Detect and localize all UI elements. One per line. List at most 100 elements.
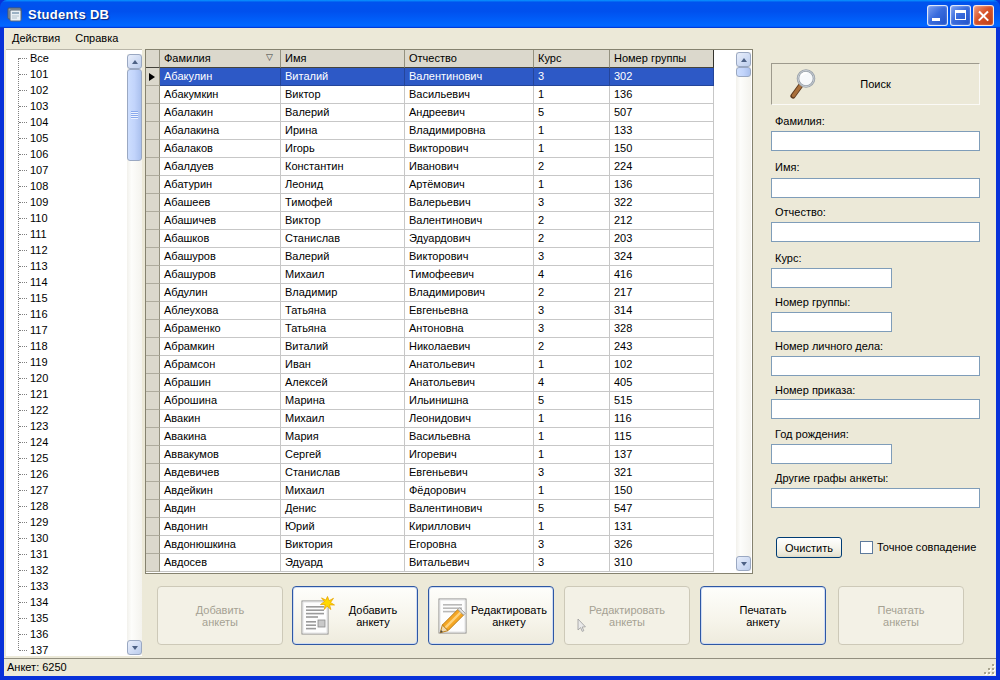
table-cell[interactable]: 150 [610,140,714,158]
row-selector-cell[interactable] [146,176,160,194]
table-cell[interactable]: Константин [281,158,405,176]
table-cell[interactable]: Тимофеевич [405,266,534,284]
tree-item-119[interactable]: 119 [6,354,142,370]
table-cell[interactable]: Абрамсон [160,356,281,374]
tree-scroll-down-button[interactable] [127,640,142,655]
table-cell[interactable]: Абрамкин [160,338,281,356]
table-cell[interactable]: Авдонюшкина [160,536,281,554]
table-cell[interactable]: Антоновна [405,320,534,338]
row-selector-cell[interactable] [146,320,160,338]
table-cell[interactable]: Абатурин [160,176,281,194]
row-selector-cell[interactable] [146,68,160,86]
row-selector-cell[interactable] [146,122,160,140]
table-row[interactable]: АвдейкинМихаилФёдорович1150 [146,482,752,500]
grid-scrollbar[interactable] [736,52,751,571]
birth-year-input[interactable] [771,444,892,464]
table-cell[interactable]: 115 [610,428,714,446]
table-cell[interactable]: Мария [281,428,405,446]
table-cell[interactable]: Валентинович [405,500,534,518]
table-cell[interactable]: Абакумкин [160,86,281,104]
row-selector-cell[interactable] [146,302,160,320]
table-cell[interactable]: Юрий [281,518,405,536]
table-cell[interactable]: 136 [610,176,714,194]
tree-item-128[interactable]: 128 [6,498,142,514]
table-row[interactable]: АвдосевЭдуардВитальевич3310 [146,554,752,572]
table-row[interactable]: АбакумкинВикторВасильевич1136 [146,86,752,104]
order-number-input[interactable] [771,399,980,419]
tree-item-108[interactable]: 108 [6,178,142,194]
table-row[interactable]: АбрамкинВиталийНиколаевич2243 [146,338,752,356]
table-cell[interactable]: Авдин [160,500,281,518]
table-cell[interactable]: 136 [610,86,714,104]
table-row[interactable]: АбатуринЛеонидАртёмович1136 [146,176,752,194]
table-cell[interactable]: 212 [610,212,714,230]
other-fields-input[interactable] [771,488,980,508]
maximize-button[interactable] [950,5,971,26]
table-cell[interactable]: Анатольевич [405,374,534,392]
table-row[interactable]: АбашуровВалерийВикторович3324 [146,248,752,266]
row-selector-cell[interactable] [146,212,160,230]
table-cell[interactable]: Татьяна [281,320,405,338]
table-cell[interactable]: Виктор [281,212,405,230]
table-cell[interactable]: Авакин [160,410,281,428]
tree-item-102[interactable]: 102 [6,82,142,98]
table-cell[interactable]: 4 [534,266,610,284]
tree-item-116[interactable]: 116 [6,306,142,322]
table-cell[interactable]: Абашуров [160,266,281,284]
table-cell[interactable]: 243 [610,338,714,356]
column-header-5[interactable]: Номер группы [610,50,714,68]
table-cell[interactable]: Эдуардович [405,230,534,248]
table-cell[interactable]: Виктория [281,536,405,554]
tree-item-109[interactable]: 109 [6,194,142,210]
tree-item-135[interactable]: 135 [6,610,142,626]
row-selector-cell[interactable] [146,284,160,302]
table-row[interactable]: АбалакинаИринаВладимировна1133 [146,122,752,140]
table-cell[interactable]: Абалакина [160,122,281,140]
table-cell[interactable]: Абакулин [160,68,281,86]
table-row[interactable]: АвакинМихаилЛеонидович1116 [146,410,752,428]
table-cell[interactable]: 324 [610,248,714,266]
table-cell[interactable]: Игоревич [405,446,534,464]
row-selector-cell[interactable] [146,518,160,536]
table-cell[interactable]: Викторович [405,248,534,266]
row-selector-cell[interactable] [146,392,160,410]
table-cell[interactable]: 150 [610,482,714,500]
column-header-4[interactable]: Курс [534,50,610,68]
tree-item-137[interactable]: 137 [6,642,142,656]
table-cell[interactable]: Фёдорович [405,482,534,500]
table-row[interactable]: АбашуровМихаилТимофеевич4416 [146,266,752,284]
table-cell[interactable]: Витальевич [405,554,534,572]
table-cell[interactable]: Виталий [281,68,405,86]
table-cell[interactable]: 328 [610,320,714,338]
tree-item-117[interactable]: 117 [6,322,142,338]
table-cell[interactable]: Абашков [160,230,281,248]
close-button[interactable] [973,5,994,26]
table-row[interactable]: АбашичевВикторВалентинович2212 [146,212,752,230]
table-row[interactable]: АбакулинВиталийВалентинович3302 [146,68,752,86]
tree-item-Все[interactable]: Все [6,50,142,66]
tree-item-127[interactable]: 127 [6,482,142,498]
table-cell[interactable]: 1 [534,86,610,104]
row-selector-cell[interactable] [146,230,160,248]
table-cell[interactable]: Владимировна [405,122,534,140]
lastname-input[interactable] [771,131,980,151]
tree-item-124[interactable]: 124 [6,434,142,450]
table-cell[interactable]: 3 [534,68,610,86]
print-form-button[interactable]: Печатать анкету [700,586,826,645]
table-cell[interactable]: 1 [534,140,610,158]
tree-item-129[interactable]: 129 [6,514,142,530]
table-cell[interactable]: Абашеев [160,194,281,212]
menu-help[interactable]: Справка [68,29,125,48]
resize-grip[interactable] [982,662,995,675]
tree-item-136[interactable]: 136 [6,626,142,642]
table-row[interactable]: АвдонюшкинаВикторияЕгоровна3326 [146,536,752,554]
tree-item-113[interactable]: 113 [6,258,142,274]
row-selector-cell[interactable] [146,482,160,500]
table-cell[interactable]: 5 [534,104,610,122]
table-cell[interactable]: 137 [610,446,714,464]
table-cell[interactable]: Абашуров [160,248,281,266]
table-row[interactable]: АблеуховаТатьянаЕвгеньевна3314 [146,302,752,320]
table-cell[interactable]: Авдейкин [160,482,281,500]
table-row[interactable]: АвдонинЮрийКириллович1131 [146,518,752,536]
tree-item-125[interactable]: 125 [6,450,142,466]
